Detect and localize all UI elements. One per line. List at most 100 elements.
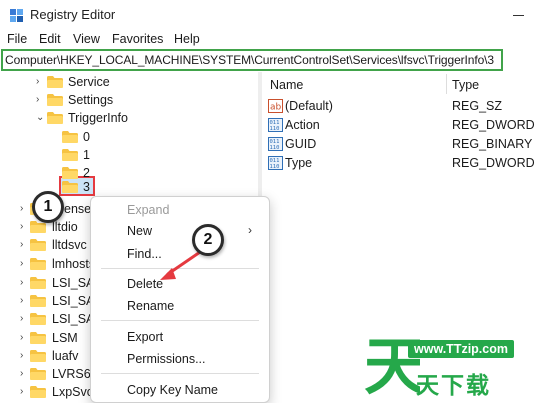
menu-item-copy-key-name[interactable]: Copy Key Name <box>91 379 269 401</box>
chevron-right-icon[interactable]: › <box>36 77 45 87</box>
binary-value-icon: 011 110 <box>268 156 283 170</box>
tree-item-label: 3 <box>83 180 90 194</box>
chevron-right-icon[interactable]: › <box>20 259 29 269</box>
registry-editor-icon <box>10 9 23 22</box>
menu-item-permissions[interactable]: Permissions... <box>91 348 269 370</box>
svg-text:ab: ab <box>270 103 282 113</box>
svg-text:110: 110 <box>270 126 280 132</box>
folder-icon <box>30 277 46 289</box>
menu-item-permissions-label: Permissions... <box>127 352 206 366</box>
tree-item-label: ense <box>64 202 92 216</box>
folder-icon <box>30 368 46 380</box>
tree-item[interactable]: 1 <box>0 147 258 165</box>
svg-text:110: 110 <box>270 145 280 151</box>
menu-item-rename[interactable]: Rename <box>91 295 269 317</box>
chevron-right-icon[interactable]: › <box>20 296 29 306</box>
menu-bar: File Edit View Favorites Help <box>0 30 538 50</box>
address-path[interactable]: Computer\HKEY_LOCAL_MACHINE\SYSTEM\Curre… <box>5 53 494 67</box>
menu-item-find-label: Find... <box>127 247 162 261</box>
chevron-right-icon[interactable]: › <box>36 95 45 105</box>
menu-separator <box>101 320 259 321</box>
menu-edit[interactable]: Edit <box>39 32 61 46</box>
value-type: REG_DWORD <box>452 156 535 170</box>
value-row[interactable]: ab (Default) REG_SZ <box>262 97 538 116</box>
binary-value-icon: 011 110 <box>268 137 283 151</box>
folder-icon <box>62 131 78 143</box>
menu-file[interactable]: File <box>7 32 27 46</box>
tree-item-label: Settings <box>68 93 114 107</box>
chevron-right-icon[interactable]: › <box>20 387 29 397</box>
menu-item-copy-key-name-label: Copy Key Name <box>127 383 219 397</box>
value-name: Action <box>285 118 320 132</box>
chevron-right-icon[interactable]: › <box>20 278 29 288</box>
tree-item-label: luafv <box>52 349 79 363</box>
chevron-right-icon[interactable]: › <box>20 314 29 324</box>
chevron-right-icon: › <box>248 223 252 237</box>
menu-item-export[interactable]: Export <box>91 326 269 348</box>
folder-icon <box>62 149 78 161</box>
address-bar[interactable]: Computer\HKEY_LOCAL_MACHINE\SYSTEM\Curre… <box>1 49 503 71</box>
tree-item-label: 2 <box>83 166 90 180</box>
menu-help[interactable]: Help <box>174 32 200 46</box>
folder-icon <box>30 386 46 398</box>
folder-icon <box>30 258 46 270</box>
tree-item-label: 0 <box>83 130 90 144</box>
tree-item-label: lltdsvc <box>52 238 87 252</box>
binary-value-icon: 011 110 <box>268 118 283 132</box>
folder-icon <box>47 76 63 88</box>
tree-item-label: LxpSvc <box>52 385 93 399</box>
value-type: REG_BINARY <box>452 137 533 151</box>
step-one-badge: 1 <box>32 191 64 223</box>
value-row[interactable]: 011 110 Type REG_DWORD <box>262 154 538 173</box>
value-name: (Default) <box>285 99 333 113</box>
menu-item-expand[interactable]: Expand <box>91 199 269 221</box>
menu-item-delete-label: Delete <box>127 277 164 291</box>
menu-separator <box>101 268 259 269</box>
value-type: REG_DWORD <box>452 118 535 132</box>
menu-item-find[interactable]: Find... <box>91 243 269 265</box>
tree-item-label: 1 <box>83 148 90 162</box>
value-name: GUID <box>285 137 317 151</box>
tree-item[interactable]: 0 <box>0 129 258 147</box>
tree-item[interactable]: › Service <box>0 74 258 92</box>
column-header-name[interactable]: Name <box>270 78 303 92</box>
folder-icon <box>62 167 78 179</box>
chevron-right-icon[interactable]: › <box>20 222 29 232</box>
folder-icon <box>30 332 46 344</box>
menu-favorites[interactable]: Favorites <box>112 32 163 46</box>
chevron-right-icon[interactable]: › <box>20 369 29 379</box>
menu-item-expand-label: Expand <box>127 203 170 217</box>
tree-item-label: lltdio <box>52 220 78 234</box>
watermark: 天 www.TTzip.com 天下载 <box>360 322 538 403</box>
chevron-right-icon[interactable]: › <box>20 204 29 214</box>
folder-icon <box>30 350 46 362</box>
column-header-type[interactable]: Type <box>452 78 479 92</box>
menu-view[interactable]: View <box>73 32 100 46</box>
step-two-badge: 2 <box>192 224 224 256</box>
string-value-icon: ab <box>268 99 283 113</box>
tree-item-label: lmhosts <box>52 257 96 271</box>
tree-item[interactable]: › Settings <box>0 92 258 110</box>
menu-item-rename-label: Rename <box>127 299 175 313</box>
tree-item-label: TriggerInfo <box>68 111 128 125</box>
folder-icon <box>47 112 63 124</box>
chevron-right-icon[interactable]: › <box>20 351 29 361</box>
menu-item-new[interactable]: New › <box>91 220 269 242</box>
menu-item-export-label: Export <box>127 330 164 344</box>
menu-item-new-label: New <box>127 224 153 238</box>
folder-icon <box>62 181 78 193</box>
menu-item-delete[interactable]: Delete <box>91 273 269 295</box>
watermark-logo: 天 <box>364 330 420 403</box>
chevron-down-icon[interactable]: ⌄ <box>36 113 45 123</box>
chevron-right-icon[interactable]: › <box>20 333 29 343</box>
step-one-number: 1 <box>43 198 53 215</box>
column-divider[interactable] <box>446 74 447 94</box>
chevron-right-icon[interactable]: › <box>20 240 29 250</box>
value-row[interactable]: 011 110 Action REG_DWORD <box>262 116 538 135</box>
tree-item-label: LSM <box>52 331 78 345</box>
value-type: REG_SZ <box>452 99 503 113</box>
value-row[interactable]: 011 110 GUID REG_BINARY <box>262 135 538 154</box>
tree-item[interactable]: ⌄ TriggerInfo <box>0 110 258 128</box>
minimize-button[interactable] <box>505 6 531 24</box>
value-name: Type <box>285 156 313 170</box>
